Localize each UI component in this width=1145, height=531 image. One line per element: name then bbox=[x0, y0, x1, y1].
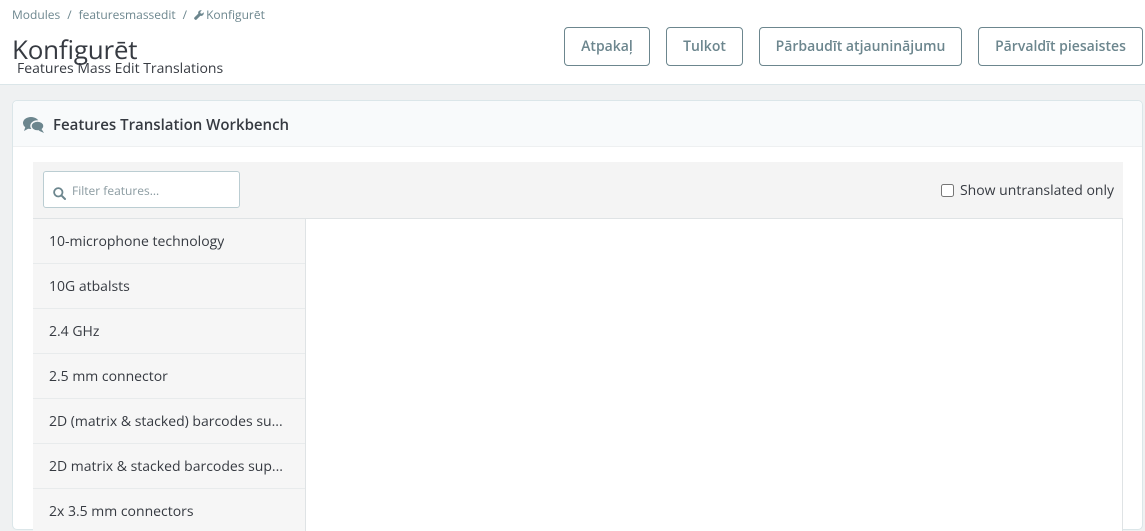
list-item[interactable]: 2x 3.5 mm connectors bbox=[33, 489, 305, 531]
translate-button[interactable]: Tulkot bbox=[666, 27, 743, 66]
comments-icon bbox=[23, 116, 45, 139]
panel-heading: Features Translation Workbench bbox=[13, 101, 1142, 147]
list-item[interactable]: 10-microphone technology bbox=[33, 219, 305, 264]
untranslated-only-checkbox[interactable] bbox=[940, 184, 954, 197]
page-subtitle: Features Mass Edit Translations bbox=[17, 59, 224, 78]
list-item[interactable]: 2.5 mm connector bbox=[33, 354, 305, 399]
search-icon bbox=[53, 183, 66, 205]
list-item[interactable]: 2D matrix & stacked barcodes sup... bbox=[33, 444, 305, 489]
filter-search-box[interactable] bbox=[43, 171, 240, 208]
list-item[interactable]: 2.4 GHz bbox=[33, 309, 305, 354]
untranslated-only-toggle[interactable]: Show untranslated only bbox=[940, 181, 1114, 200]
page-header: Modules / featuresmassedit / Konfigurēt Konf… bbox=[0, 0, 1145, 85]
breadcrumb-separator: / bbox=[67, 6, 72, 23]
breadcrumb-item-modules[interactable]: Modules bbox=[12, 6, 60, 23]
manage-hooks-button[interactable]: Pārvaldīt piesaistes bbox=[978, 27, 1143, 66]
list-item[interactable]: 2D (matrix & stacked) barcodes su... bbox=[33, 399, 305, 444]
breadcrumb-separator: / bbox=[182, 6, 188, 23]
features-list: 10-microphone technology 10G atbalsts 2.… bbox=[33, 219, 306, 531]
translation-workbench-panel: Features Translation Workbench Show untr… bbox=[12, 100, 1143, 531]
check-update-button[interactable]: Pārbaudīt atjauninājumu bbox=[759, 27, 962, 66]
panel-title: Features Translation Workbench bbox=[53, 115, 290, 135]
feature-detail-pane bbox=[306, 219, 1123, 531]
breadcrumb-item-module[interactable]: featuresmassedit bbox=[79, 6, 176, 23]
list-item[interactable]: 10G atbalsts bbox=[33, 264, 305, 309]
back-button[interactable]: Atpakaļ bbox=[564, 27, 650, 66]
filter-features-input[interactable] bbox=[72, 178, 232, 202]
filter-bar: Show untranslated only bbox=[33, 162, 1123, 219]
breadcrumb: Modules / featuresmassedit / Konfigurēt bbox=[12, 6, 265, 24]
untranslated-only-label: Show untranslated only bbox=[959, 181, 1114, 200]
breadcrumb-item-current: Konfigurēt bbox=[206, 6, 265, 23]
wrench-icon bbox=[194, 7, 204, 24]
